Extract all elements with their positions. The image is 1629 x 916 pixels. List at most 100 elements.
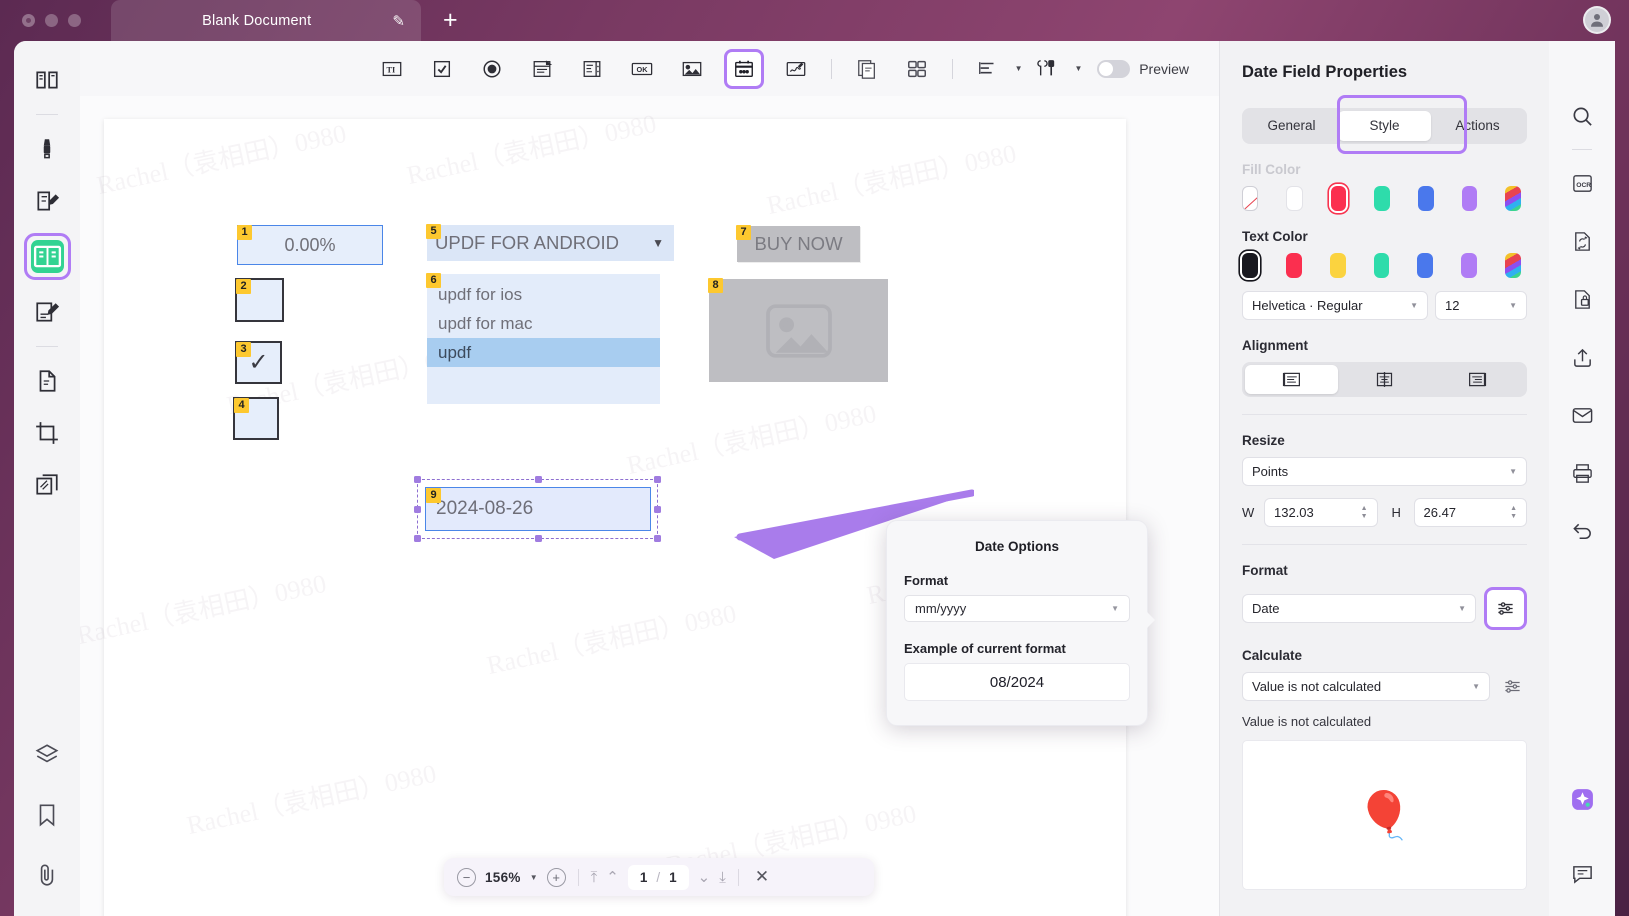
radio-button-tool[interactable]	[470, 49, 514, 89]
bookmark-icon[interactable]	[27, 795, 67, 835]
format-options-button[interactable]	[1484, 587, 1527, 630]
calculate-select[interactable]: Value is not calculated ▼	[1242, 672, 1490, 701]
fill-swatch-custom[interactable]	[1505, 186, 1521, 211]
sidebar-item-organize[interactable]	[27, 361, 67, 401]
email-tool-button[interactable]	[1562, 395, 1602, 435]
chevron-down-icon[interactable]: ▼	[1111, 604, 1119, 613]
protect-tool-button[interactable]	[1562, 279, 1602, 319]
sidebar-item-reader[interactable]	[27, 60, 67, 100]
form-field-combobox[interactable]: 5 UPDF FOR ANDROID ▼	[426, 224, 674, 261]
form-field-image[interactable]: 8	[708, 278, 888, 382]
zoom-level-label[interactable]: 156%	[485, 870, 521, 885]
sidebar-item-highlight[interactable]	[27, 129, 67, 169]
chevron-down-icon[interactable]: ▼	[1015, 64, 1023, 73]
preview-toggle-group[interactable]: Preview	[1097, 59, 1189, 78]
chevron-down-icon[interactable]: ▼	[652, 236, 664, 250]
format-select[interactable]: Date ▼	[1242, 594, 1476, 623]
form-field-text[interactable]: 1 0.00%	[237, 225, 383, 265]
fill-color-swatches[interactable]	[1220, 186, 1549, 211]
convert-tool-button[interactable]	[1562, 221, 1602, 261]
document-page[interactable]: Rachel（袁相田）0980 Rachel（袁相田）0980 Rachel（袁…	[80, 109, 1126, 916]
chevron-down-icon[interactable]: ▼	[1509, 301, 1517, 310]
stepper-arrows-icon[interactable]: ▲ ▼	[1361, 505, 1368, 520]
form-field-checkbox-1[interactable]: 2	[235, 278, 284, 322]
height-stepper[interactable]: 26.47 ▲ ▼	[1413, 498, 1527, 527]
sidebar-item-form[interactable]	[23, 233, 71, 280]
align-center-button[interactable]	[1338, 365, 1431, 394]
maximize-window-button[interactable]	[68, 14, 81, 27]
list-item[interactable]: updf for ios	[427, 280, 660, 309]
next-page-button[interactable]: ⌄	[698, 868, 711, 886]
resize-handle-n[interactable]	[535, 476, 542, 483]
form-settings-tool[interactable]	[1026, 49, 1070, 89]
list-box-tool[interactable]	[570, 49, 614, 89]
width-stepper[interactable]: 132.03 ▲ ▼	[1264, 498, 1378, 527]
copy-field-tool[interactable]	[845, 49, 889, 89]
text-swatch-teal[interactable]	[1373, 253, 1390, 278]
ocr-tool-button[interactable]: OCR	[1562, 163, 1602, 203]
undo-tool-button[interactable]	[1562, 511, 1602, 551]
multiple-fields-tool[interactable]	[895, 49, 939, 89]
form-field-pushbutton[interactable]: 7 BUY NOW	[736, 225, 860, 262]
font-size-select[interactable]: 12 ▼	[1435, 291, 1527, 320]
sidebar-item-crop[interactable]	[27, 413, 67, 453]
page-number-input[interactable]: 1 / 1	[627, 864, 689, 890]
paperclip-icon[interactable]	[27, 855, 67, 895]
form-field-listbox[interactable]: 6 updf for ios updf for mac updf	[426, 273, 660, 404]
search-panel-button[interactable]	[1562, 96, 1602, 136]
document-canvas[interactable]: Rachel（袁相田）0980 Rachel（袁相田）0980 Rachel（袁…	[80, 96, 1219, 916]
chevron-down-icon[interactable]: ▼	[530, 873, 538, 882]
fill-swatch-white[interactable]	[1286, 186, 1303, 211]
resize-unit-select[interactable]: Points ▼	[1242, 457, 1527, 486]
sidebar-item-annotate[interactable]	[27, 181, 67, 221]
pencil-icon[interactable]: ✎	[392, 12, 405, 30]
prev-page-button[interactable]: ⌃	[606, 868, 619, 886]
first-page-button[interactable]: ⤒	[591, 869, 598, 886]
layers-icon[interactable]	[27, 735, 67, 775]
text-swatch-purple[interactable]	[1461, 253, 1478, 278]
close-icon[interactable]: ✕	[755, 867, 769, 887]
text-swatch-black-selected[interactable]	[1242, 253, 1258, 278]
calculate-options-button[interactable]	[1498, 672, 1527, 701]
ai-assistant-button[interactable]	[1562, 779, 1602, 819]
text-swatch-yellow[interactable]	[1329, 253, 1346, 278]
zoom-out-button[interactable]: −	[457, 867, 476, 887]
resize-handle-e[interactable]	[654, 506, 661, 513]
resize-handle-s[interactable]	[535, 535, 542, 542]
comments-panel-button[interactable]	[1562, 853, 1602, 893]
chevron-down-icon[interactable]: ▼	[1410, 301, 1418, 310]
sidebar-item-compare[interactable]	[27, 465, 67, 505]
text-swatch-custom[interactable]	[1505, 253, 1522, 278]
text-swatch-blue[interactable]	[1417, 253, 1434, 278]
document-tab[interactable]: Blank Document ✎	[111, 0, 421, 41]
resize-handle-nw[interactable]	[414, 476, 421, 483]
align-right-button[interactable]	[1431, 365, 1524, 394]
list-item-selected[interactable]: updf	[427, 338, 660, 367]
image-field-tool[interactable]	[670, 49, 714, 89]
fill-swatch-purple[interactable]	[1461, 186, 1478, 211]
share-tool-button[interactable]	[1562, 337, 1602, 377]
chevron-down-icon[interactable]: ▼	[1509, 467, 1517, 476]
form-field-date[interactable]: 9 2024-08-26	[425, 487, 651, 531]
chevron-down-icon-2[interactable]: ▼	[1075, 64, 1083, 73]
window-controls[interactable]	[22, 14, 81, 27]
form-field-checkbox-2[interactable]: 3 ✓	[235, 341, 282, 384]
sidebar-item-sign[interactable]	[27, 292, 67, 332]
user-avatar-icon[interactable]	[1583, 6, 1611, 34]
tab-actions[interactable]: Actions	[1431, 111, 1524, 141]
align-left-button[interactable]	[1245, 365, 1338, 394]
resize-handle-sw[interactable]	[414, 535, 421, 542]
form-field-checkbox-3[interactable]: 4	[233, 397, 279, 440]
fill-swatch-none[interactable]	[1242, 186, 1259, 211]
font-family-select[interactable]: Helvetica · Regular ▼	[1242, 291, 1428, 320]
fill-swatch-red-selected[interactable]	[1330, 186, 1347, 211]
text-swatch-red[interactable]	[1285, 253, 1302, 278]
align-tool[interactable]	[966, 49, 1010, 89]
tab-general[interactable]: General	[1245, 111, 1338, 141]
text-color-swatches[interactable]	[1220, 253, 1549, 278]
print-tool-button[interactable]	[1562, 453, 1602, 493]
signature-field-tool[interactable]	[774, 49, 818, 89]
last-page-button[interactable]: ⤓	[719, 869, 726, 886]
date-field-tool[interactable]	[723, 48, 764, 89]
tab-style[interactable]: Style	[1338, 111, 1431, 141]
